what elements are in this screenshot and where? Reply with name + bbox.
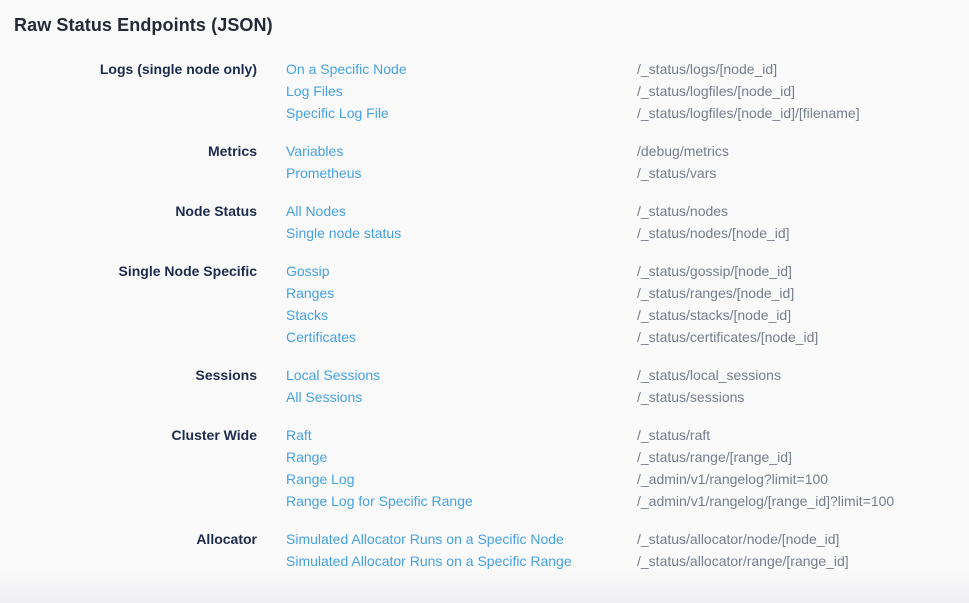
endpoint-path: /_status/logfiles/[node_id]/[filename] xyxy=(637,102,860,124)
endpoint-row: Range Log/_admin/v1/rangelog?limit=100 xyxy=(286,468,969,490)
endpoint-link[interactable]: Specific Log File xyxy=(286,102,637,124)
endpoint-row: Stacks/_status/stacks/[node_id] xyxy=(286,304,969,326)
endpoint-path: /_status/stacks/[node_id] xyxy=(637,304,791,326)
endpoint-row: All Nodes/_status/nodes xyxy=(286,200,969,222)
category-label: Sessions xyxy=(0,364,257,408)
endpoint-path: /_status/raft xyxy=(637,424,710,446)
endpoint-path: /debug/metrics xyxy=(637,140,729,162)
endpoint-rows: Gossip/_status/gossip/[node_id]Ranges/_s… xyxy=(286,260,969,348)
endpoint-rows: On a Specific Node/_status/logs/[node_id… xyxy=(286,58,969,124)
endpoint-link[interactable]: Gossip xyxy=(286,260,637,282)
endpoint-row: Range/_status/range/[range_id] xyxy=(286,446,969,468)
category-label: Allocator xyxy=(0,528,257,572)
endpoint-group: Node Status All Nodes/_status/nodesSingl… xyxy=(0,200,969,244)
endpoint-path: /_status/vars xyxy=(637,162,716,184)
endpoint-path: /_status/range/[range_id] xyxy=(637,446,792,468)
endpoint-row: Simulated Allocator Runs on a Specific R… xyxy=(286,550,969,572)
endpoint-row: Simulated Allocator Runs on a Specific N… xyxy=(286,528,969,550)
category-label: Cluster Wide xyxy=(0,424,257,512)
endpoint-group: Allocator Simulated Allocator Runs on a … xyxy=(0,528,969,572)
endpoint-rows: Local Sessions/_status/local_sessionsAll… xyxy=(286,364,969,408)
endpoint-row: Certificates/_status/certificates/[node_… xyxy=(286,326,969,348)
endpoint-link[interactable]: Range Log xyxy=(286,468,637,490)
endpoint-rows: Raft/_status/raftRange/_status/range/[ra… xyxy=(286,424,969,512)
endpoint-path: /_status/certificates/[node_id] xyxy=(637,326,818,348)
endpoint-path: /_status/allocator/node/[node_id] xyxy=(637,528,839,550)
endpoint-path: /_admin/v1/rangelog/[range_id]?limit=100 xyxy=(637,490,894,512)
endpoint-link[interactable]: All Sessions xyxy=(286,386,637,408)
endpoint-link[interactable]: Log Files xyxy=(286,80,637,102)
category-label: Logs (single node only) xyxy=(0,58,257,124)
endpoint-link[interactable]: Variables xyxy=(286,140,637,162)
endpoint-path: /_status/logs/[node_id] xyxy=(637,58,777,80)
endpoint-path: /_status/sessions xyxy=(637,386,744,408)
endpoint-link[interactable]: Raft xyxy=(286,424,637,446)
endpoint-link[interactable]: All Nodes xyxy=(286,200,637,222)
endpoint-link[interactable]: Certificates xyxy=(286,326,637,348)
endpoint-row: Prometheus/_status/vars xyxy=(286,162,969,184)
endpoint-link[interactable]: Range Log for Specific Range xyxy=(286,490,637,512)
endpoint-path: /_status/nodes xyxy=(637,200,728,222)
endpoint-group: Single Node Specific Gossip/_status/goss… xyxy=(0,260,969,348)
endpoint-group: Sessions Local Sessions/_status/local_se… xyxy=(0,364,969,408)
endpoint-link[interactable]: Prometheus xyxy=(286,162,637,184)
endpoint-rows: Simulated Allocator Runs on a Specific N… xyxy=(286,528,969,572)
category-label: Node Status xyxy=(0,200,257,244)
endpoint-link[interactable]: Simulated Allocator Runs on a Specific N… xyxy=(286,528,637,550)
endpoint-row: Range Log for Specific Range/_admin/v1/r… xyxy=(286,490,969,512)
endpoint-link[interactable]: Range xyxy=(286,446,637,468)
endpoint-path: /_status/allocator/range/[range_id] xyxy=(637,550,849,572)
endpoint-link[interactable]: Stacks xyxy=(286,304,637,326)
endpoint-row: All Sessions/_status/sessions xyxy=(286,386,969,408)
category-label: Single Node Specific xyxy=(0,260,257,348)
endpoint-row: Gossip/_status/gossip/[node_id] xyxy=(286,260,969,282)
endpoint-path: /_status/nodes/[node_id] xyxy=(637,222,790,244)
endpoint-path: /_status/local_sessions xyxy=(637,364,781,386)
endpoint-row: Local Sessions/_status/local_sessions xyxy=(286,364,969,386)
endpoint-link[interactable]: Simulated Allocator Runs on a Specific R… xyxy=(286,550,637,572)
endpoint-link[interactable]: Ranges xyxy=(286,282,637,304)
endpoint-path: /_status/gossip/[node_id] xyxy=(637,260,792,282)
endpoint-path: /_status/logfiles/[node_id] xyxy=(637,80,795,102)
endpoint-table: Logs (single node only) On a Specific No… xyxy=(0,58,969,572)
endpoint-row: Variables/debug/metrics xyxy=(286,140,969,162)
endpoint-group: Cluster Wide Raft/_status/raftRange/_sta… xyxy=(0,424,969,512)
page-title: Raw Status Endpoints (JSON) xyxy=(14,15,969,36)
endpoint-link[interactable]: Single node status xyxy=(286,222,637,244)
endpoint-rows: All Nodes/_status/nodesSingle node statu… xyxy=(286,200,969,244)
endpoint-row: Ranges/_status/ranges/[node_id] xyxy=(286,282,969,304)
endpoint-row: Raft/_status/raft xyxy=(286,424,969,446)
endpoint-group: Logs (single node only) On a Specific No… xyxy=(0,58,969,124)
endpoint-row: On a Specific Node/_status/logs/[node_id… xyxy=(286,58,969,80)
endpoint-row: Single node status/_status/nodes/[node_i… xyxy=(286,222,969,244)
endpoint-group: Metrics Variables/debug/metricsPrometheu… xyxy=(0,140,969,184)
endpoint-link[interactable]: On a Specific Node xyxy=(286,58,637,80)
endpoint-path: /_status/ranges/[node_id] xyxy=(637,282,794,304)
category-label: Metrics xyxy=(0,140,257,184)
endpoint-rows: Variables/debug/metricsPrometheus/_statu… xyxy=(286,140,969,184)
endpoint-path: /_admin/v1/rangelog?limit=100 xyxy=(637,468,828,490)
endpoint-link[interactable]: Local Sessions xyxy=(286,364,637,386)
endpoint-row: Log Files/_status/logfiles/[node_id] xyxy=(286,80,969,102)
endpoint-row: Specific Log File/_status/logfiles/[node… xyxy=(286,102,969,124)
